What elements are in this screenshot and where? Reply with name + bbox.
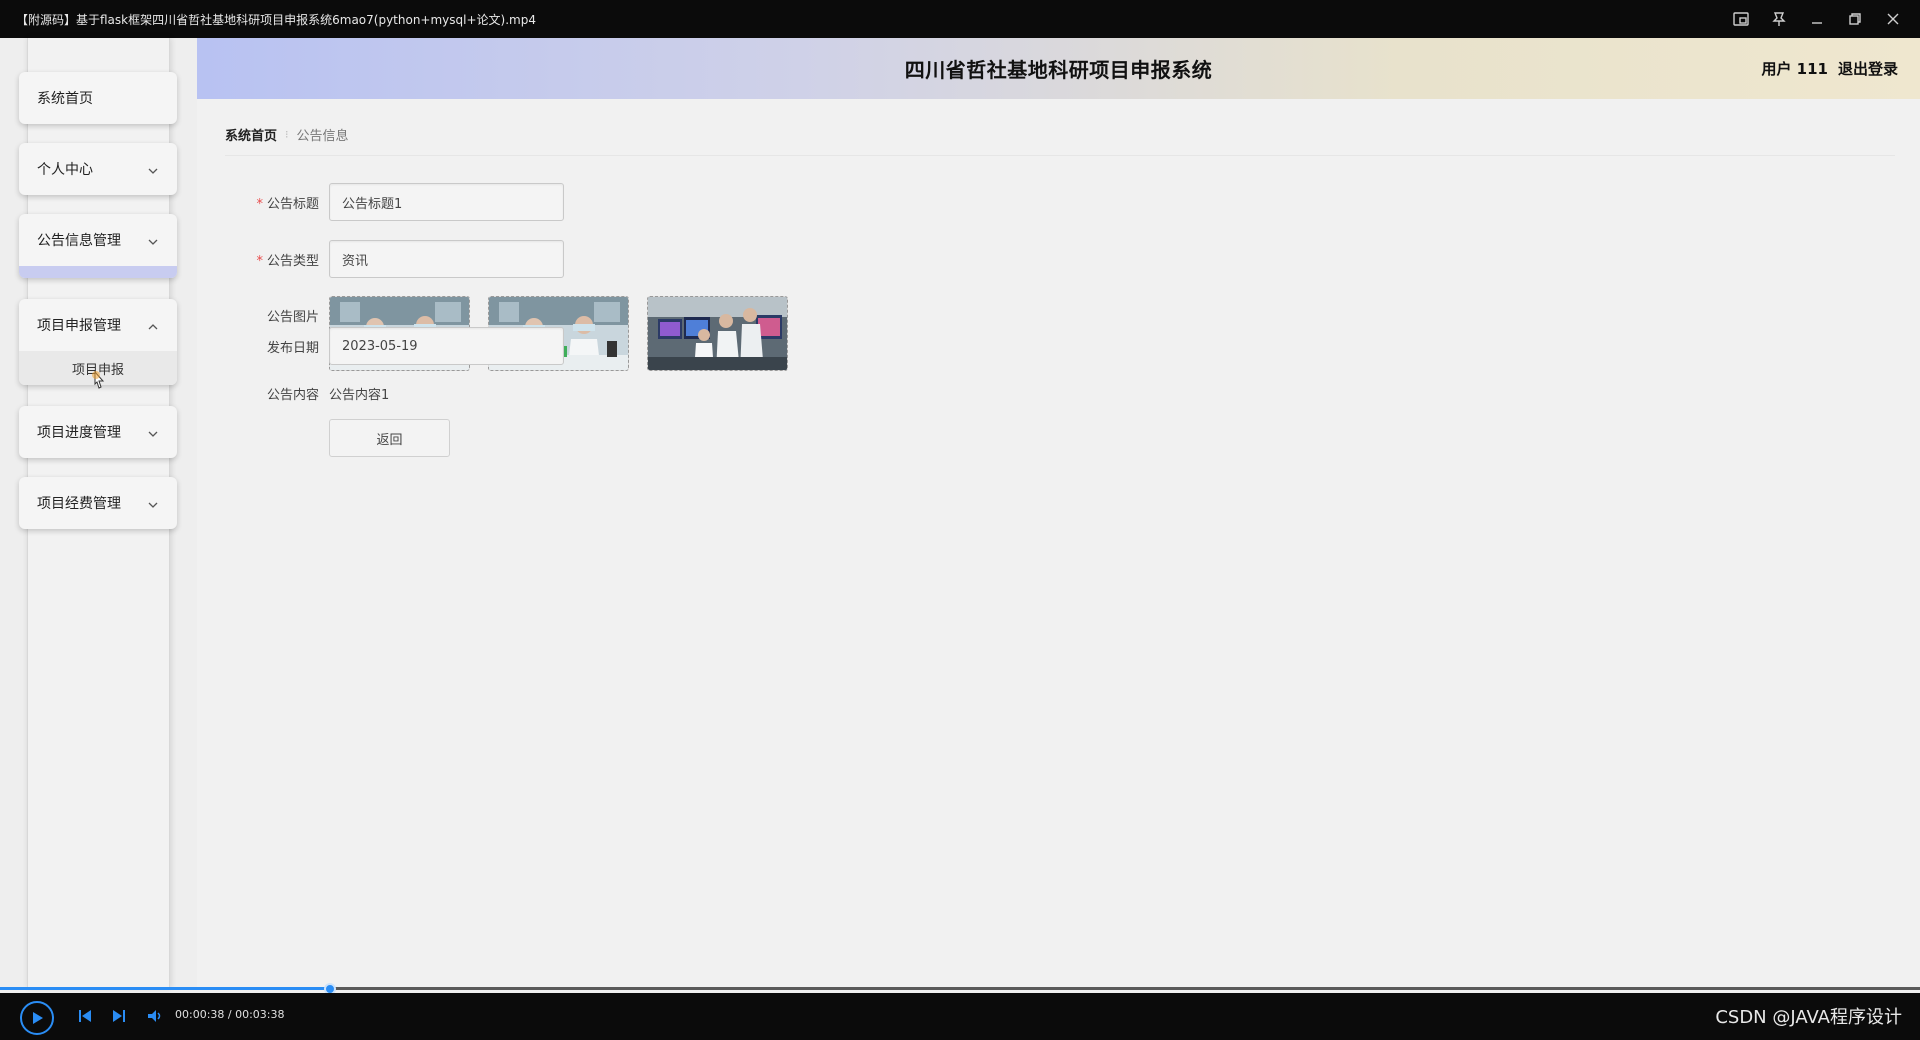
next-icon[interactable] [110,1007,128,1025]
image-label: 公告图片 [266,310,319,325]
sidebar-item-home[interactable]: 系统首页 [19,72,177,124]
title-label: * 公告标题 [197,193,329,212]
sidebar-item-head: 个人中心 [19,143,177,195]
breadcrumb-home[interactable]: 系统首页 [225,125,277,144]
header-user-area: 用户 111 退出登录 [1761,38,1898,99]
breadcrumb-separator-icon: ⁝ [285,128,289,141]
sidebar-item-project-progress[interactable]: 项目进度管理 [19,406,177,458]
restore-icon[interactable] [1836,0,1874,38]
video-file-title: 【附源码】基于flask框架四川省哲社基地科研项目申报系统6mao7(pytho… [16,12,536,27]
chevron-down-icon [147,426,159,437]
play-icon[interactable] [20,1001,54,1035]
form-row-content: 公告内容 公告内容1 [197,384,389,403]
sidebar-item-label: 项目经费管理 [37,496,121,512]
divider [225,155,1895,156]
type-field[interactable]: 资讯 [329,240,564,278]
video-progress-bar[interactable] [0,983,1920,995]
type-label: * 公告类型 [197,250,329,269]
app-header: 四川省哲社基地科研项目申报系统 用户 111 退出登录 [197,38,1920,99]
sidebar-item-head: 公告信息管理 [19,214,177,266]
logout-link[interactable]: 退出登录 [1838,58,1898,79]
form-row-type: * 公告类型 资讯 [197,240,564,278]
chevron-down-icon [147,163,159,174]
form-row-actions: 返回 [197,419,450,457]
required-mark: * [256,196,263,212]
progress-fill [0,987,331,990]
sidebar-item-label: 个人中心 [37,162,93,178]
sidebar-item-label: 项目进度管理 [37,425,121,441]
content-value: 公告内容1 [329,388,390,403]
content-label: 公告内容 [266,388,319,403]
date-label: 发布日期 [266,340,319,356]
form-row-date: 发布日期 2023-05-19 [197,327,564,365]
back-button[interactable]: 返回 [329,419,450,457]
watermark: CSDN @JAVA程序设计 [1715,1007,1902,1028]
sidebar-item-project-funding[interactable]: 项目经费管理 [19,477,177,529]
minimize-icon[interactable] [1798,0,1836,38]
sidebar-item-personal-center[interactable]: 个人中心 [19,143,177,195]
pin-icon[interactable] [1760,0,1798,38]
sidebar-item-label: 项目申报管理 [37,318,121,334]
notice-image-3[interactable] [647,296,788,371]
sidebar-item-head: 项目进度管理 [19,406,177,458]
sidebar-item-notice-management[interactable]: 公告信息管理 [19,214,177,278]
chevron-up-icon [147,319,159,330]
app-title: 四川省哲社基地科研项目申报系统 [904,58,1213,82]
current-user: 用户 111 [1761,60,1828,78]
breadcrumb-current: 公告信息 [296,129,349,144]
active-indicator [19,266,177,278]
main-content: 系统首页 ⁝ 公告信息 *公告标题 公告标题1 *公告类型 资讯 公告图片 [197,99,1920,988]
volume-icon[interactable] [146,1007,164,1025]
sidebar-item-label: 系统首页 [37,91,93,107]
mouse-cursor-icon [91,370,105,391]
required-mark: * [256,253,263,269]
playback-time: 00:00:38 / 00:03:38 [175,1008,285,1021]
picture-in-picture-icon[interactable] [1722,0,1760,38]
close-icon[interactable] [1874,0,1912,38]
sidebar-item-head: 项目经费管理 [19,477,177,529]
previous-icon[interactable] [76,1007,94,1025]
sidebar-item-label: 公告信息管理 [37,233,121,249]
player-title-bar: 【附源码】基于flask框架四川省哲社基地科研项目申报系统6mao7(pytho… [0,0,1920,38]
label-text: 公告类型 [266,253,319,269]
chevron-down-icon [147,497,159,508]
sidebar-item-head: 项目申报管理 [19,299,177,351]
window-controls [1722,0,1920,38]
player-controls: 00:00:38 / 00:03:38 CSDN @JAVA程序设计 [0,993,1920,1040]
title-field[interactable]: 公告标题1 [329,183,564,221]
label-text: 公告标题 [266,196,319,212]
form-row-title: * 公告标题 公告标题1 [197,183,564,221]
chevron-down-icon [147,234,159,245]
breadcrumb: 系统首页 ⁝ 公告信息 [225,125,349,144]
publish-date-field[interactable]: 2023-05-19 [329,327,564,365]
